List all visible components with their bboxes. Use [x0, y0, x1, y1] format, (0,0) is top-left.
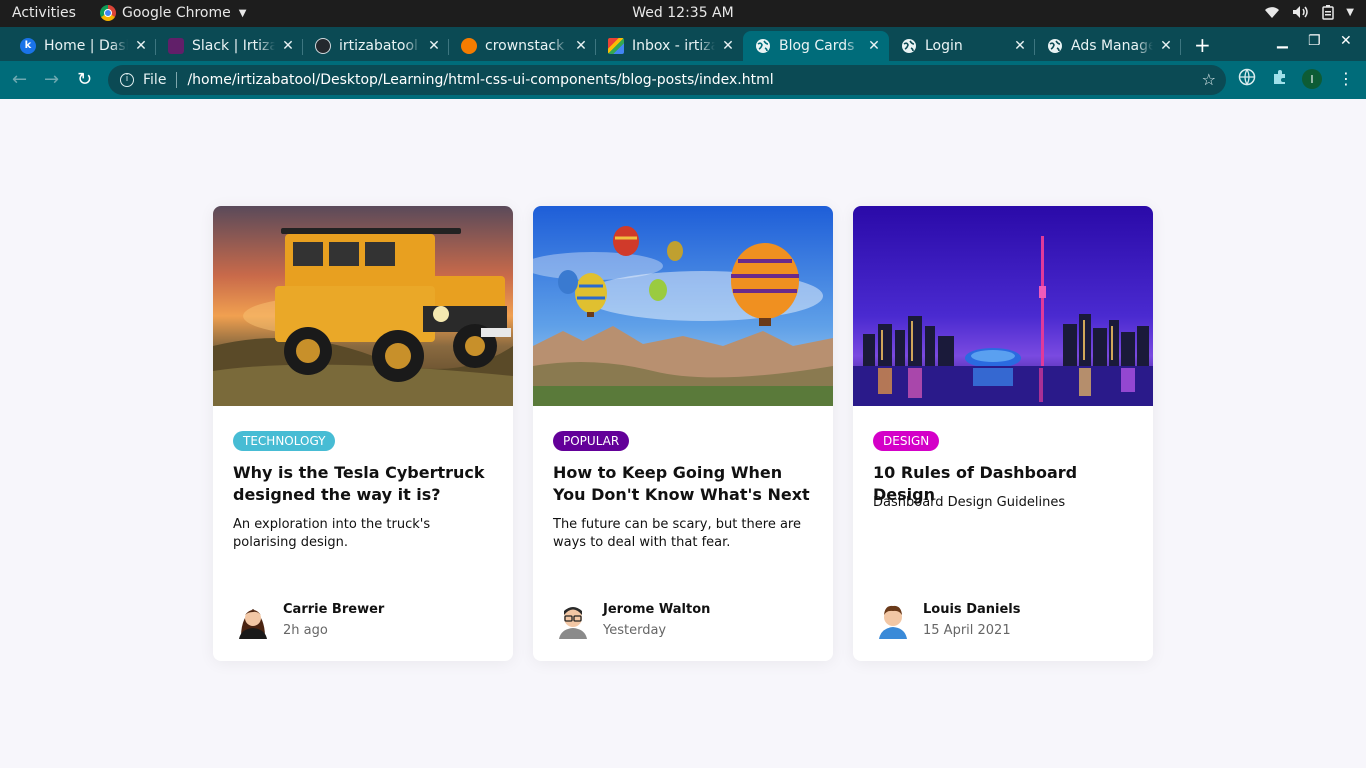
blog-card[interactable]: Design 10 Rules of Dashboard Design Dash… [853, 206, 1153, 661]
bookmark-star-icon[interactable]: ☆ [1202, 70, 1216, 89]
globe-icon [756, 39, 770, 53]
browser-toolbar: ← → ↻ i File /home/irtizabatool/Desktop/… [0, 61, 1366, 99]
close-icon[interactable]: ✕ [719, 38, 737, 54]
tab-home-dashboard[interactable]: k Home | Dashboard ✕ [8, 31, 156, 61]
close-icon[interactable]: ✕ [425, 38, 443, 54]
card-description: An exploration into the truck's polarisi… [233, 517, 431, 550]
post-time: 2h ago [283, 623, 328, 638]
gmail-icon [608, 38, 624, 54]
tab-strip: k Home | Dashboard ✕ Slack | Irtiza ✕ ir… [0, 27, 1366, 61]
category-tag[interactable]: Design [873, 431, 940, 451]
close-icon[interactable]: ✕ [1157, 38, 1175, 54]
address-bar[interactable]: i File /home/irtizabatool/Desktop/Learni… [108, 65, 1226, 95]
author-name: Carrie Brewer [283, 602, 385, 617]
author-avatar [879, 605, 907, 639]
system-top-bar: Activities Google Chrome ▼ Wed 12:35 AM … [0, 0, 1366, 27]
minimize-icon[interactable]: ▁ [1277, 33, 1288, 49]
close-icon[interactable]: ✕ [1011, 38, 1029, 54]
info-icon[interactable]: i [120, 73, 134, 87]
crownstack-icon [461, 38, 477, 54]
tab-label: Blog Cards [779, 38, 855, 54]
github-icon [315, 38, 331, 54]
restore-icon[interactable]: ❐ [1308, 33, 1321, 49]
translate-globe-icon[interactable] [1238, 68, 1256, 86]
slack-icon [168, 38, 184, 54]
close-icon[interactable]: ✕ [279, 38, 297, 54]
blog-card[interactable]: Popular How to Keep Going When You Don't… [533, 206, 833, 661]
volume-icon [1293, 6, 1309, 18]
caret-down-icon: ▼ [1346, 6, 1354, 18]
extensions-puzzle-icon[interactable] [1271, 68, 1289, 86]
card-description: The future can be scary, but there are w… [553, 517, 801, 550]
tab-slack[interactable]: Slack | Irtiza ✕ [156, 31, 303, 61]
card-description: Dashboard Design Guidelines [873, 495, 1066, 510]
wifi-icon [1265, 7, 1280, 18]
author-name: Louis Daniels [923, 602, 1021, 617]
close-icon[interactable]: ✕ [132, 38, 150, 54]
close-window-icon[interactable]: ✕ [1340, 33, 1352, 49]
tab-crownstack[interactable]: crownstack ✕ [449, 31, 596, 61]
new-tab-icon[interactable]: + [1194, 33, 1211, 57]
tab-label: Slack | Irtiza [192, 38, 275, 54]
tab-label: Home | Dashboard [44, 38, 128, 54]
close-icon[interactable]: ✕ [865, 38, 883, 54]
author-avatar [559, 607, 587, 639]
card-title[interactable]: Why is the Tesla Cybertruck designed the… [233, 462, 495, 506]
forward-arrow-icon[interactable]: → [44, 69, 59, 90]
tab-label: crownstack [485, 38, 565, 54]
profile-avatar[interactable]: I [1302, 69, 1322, 89]
tab-ads-manager[interactable]: Ads Manager ✕ [1035, 31, 1181, 61]
tab-label: Login [925, 38, 963, 54]
globe-icon [902, 39, 916, 53]
tab-label: irtizabatool [339, 38, 418, 54]
close-icon[interactable]: ✕ [572, 38, 590, 54]
blog-card[interactable]: Technology Why is the Tesla Cybertruck d… [213, 206, 513, 661]
url-scheme: File [143, 72, 167, 88]
battery-icon [1322, 5, 1335, 20]
reload-icon[interactable]: ↻ [77, 69, 92, 90]
divider [176, 72, 178, 88]
tab-login[interactable]: Login ✕ [889, 31, 1035, 61]
author-name: Jerome Walton [603, 602, 711, 617]
tab-gmail-inbox[interactable]: Inbox - irtiza ✕ [596, 31, 743, 61]
post-time: 15 April 2021 [923, 623, 1011, 638]
tab-blog-cards[interactable]: Blog Cards ✕ [743, 31, 889, 61]
hot-air-balloons-photo [533, 206, 833, 406]
menu-kebab-icon[interactable]: ⋮ [1338, 69, 1354, 88]
post-time: Yesterday [603, 623, 667, 638]
tab-label: Ads Manager [1071, 38, 1153, 54]
system-tray[interactable]: ▼ [1264, 4, 1354, 20]
tab-label: Inbox - irtiza [632, 38, 715, 54]
k-app-icon: k [20, 38, 36, 54]
page-body: Technology Why is the Tesla Cybertruck d… [0, 99, 1366, 768]
globe-icon [1048, 39, 1062, 53]
author-avatar [239, 609, 267, 639]
tab-github[interactable]: irtizabatool ✕ [303, 31, 449, 61]
city-skyline-photo [853, 206, 1153, 406]
jeep-photo [213, 206, 513, 406]
category-tag[interactable]: Technology [233, 431, 336, 451]
url-text[interactable]: /home/irtizabatool/Desktop/Learning/html… [187, 72, 773, 88]
category-tag[interactable]: Popular [553, 431, 630, 451]
clock[interactable]: Wed 12:35 AM [0, 5, 1366, 21]
card-title[interactable]: How to Keep Going When You Don't Know Wh… [553, 462, 815, 506]
back-arrow-icon[interactable]: ← [12, 69, 27, 90]
